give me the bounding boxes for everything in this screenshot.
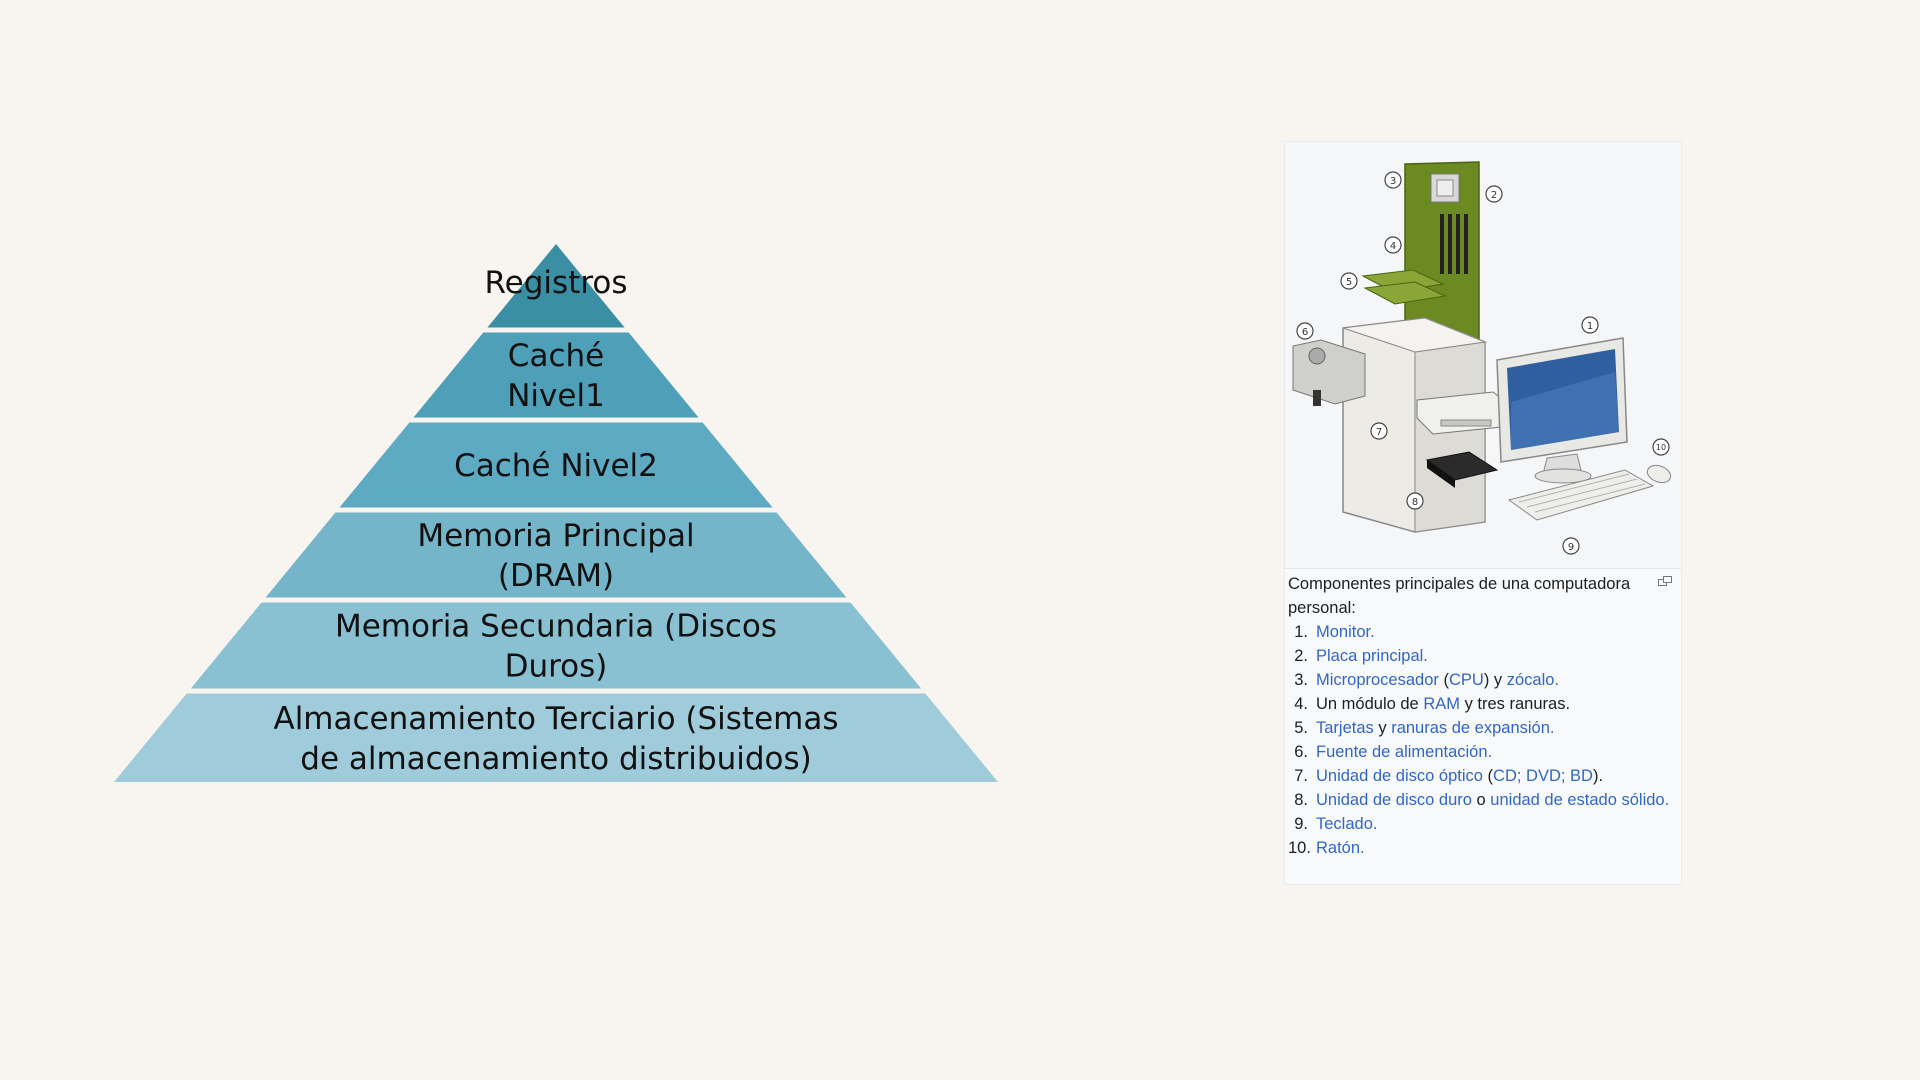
computer-components-illustration: 3 2 4 5 6 1 7 10 8 9	[1292, 161, 1672, 555]
caption-text: ).	[1592, 767, 1604, 785]
pyramid-tier-4-label: Memoria Principal	[417, 518, 694, 554]
wiki-link[interactable]: Microprocesador	[1316, 671, 1439, 689]
wiki-link[interactable]: Unidad de disco óptico	[1316, 767, 1483, 785]
callout-6: 6	[1296, 322, 1314, 340]
caption-intro: Componentes principales de una computado…	[1288, 575, 1631, 617]
pyramid-tier-5-label: Duros)	[505, 649, 608, 685]
caption-text: (	[1438, 671, 1449, 689]
svg-text:4: 4	[1390, 241, 1396, 252]
computer-components-image[interactable]: 3 2 4 5 6 1 7 10 8 9	[1285, 142, 1681, 569]
svg-text:1: 1	[1587, 321, 1593, 332]
wiki-link[interactable]: Placa principal.	[1316, 647, 1428, 665]
caption-text: Un módulo de	[1316, 695, 1424, 713]
memory-hierarchy-pyramid: Registros Caché Nivel1 Caché Nivel2 Memoria …	[114, 244, 998, 782]
component-list-item: 2. Placa principal.	[1288, 644, 1676, 668]
pyramid-tier-2-label: Caché	[508, 338, 604, 374]
wiki-link[interactable]: Monitor.	[1316, 623, 1375, 641]
wiki-link[interactable]: ranuras de expansión.	[1391, 719, 1554, 737]
component-list-item: 10. Ratón.	[1288, 836, 1676, 860]
list-item-number: 3.	[1294, 671, 1308, 689]
list-item-number: 1.	[1294, 623, 1308, 641]
callout-10: 10	[1652, 438, 1670, 456]
svg-text:7: 7	[1376, 427, 1382, 438]
component-list-item: 1. Monitor.	[1288, 620, 1676, 644]
component-list-item: 4. Un módulo de RAM y tres ranuras.	[1288, 692, 1676, 716]
list-item-number: 7.	[1294, 767, 1308, 785]
callout-1: 1	[1581, 316, 1599, 334]
component-list-item: 5. Tarjetas y ranuras de expansión.	[1288, 716, 1676, 740]
callout-5: 5	[1340, 272, 1358, 290]
callout-7: 7	[1370, 422, 1388, 440]
caption-text: y tres ranuras.	[1460, 695, 1571, 713]
callout-3: 3	[1384, 171, 1402, 189]
svg-text:6: 6	[1302, 327, 1308, 338]
caption-text: ) y	[1483, 671, 1507, 689]
callout-2: 2	[1485, 185, 1503, 203]
pyramid-tier-6-label: de almacenamiento distribuidos)	[300, 741, 811, 777]
wiki-link[interactable]: Ratón.	[1316, 839, 1365, 857]
callout-9: 9	[1562, 537, 1580, 555]
list-item-number: 8.	[1294, 791, 1308, 809]
caption-text: y	[1373, 719, 1392, 737]
wiki-link[interactable]: Fuente de alimentación.	[1316, 743, 1492, 761]
callout-8: 8	[1406, 492, 1424, 510]
component-list-item: 9. Teclado.	[1288, 812, 1676, 836]
pyramid-tier-1-label: Registros	[485, 265, 628, 301]
pyramid-tier-5-label: Memoria Secundaria (Discos	[335, 609, 777, 645]
list-item-number: 2.	[1294, 647, 1308, 665]
pyramid-tier-2-label: Nivel1	[507, 378, 605, 414]
wiki-link[interactable]: CD; DVD; BD	[1493, 767, 1593, 785]
list-item-number: 9.	[1294, 815, 1308, 833]
wiki-link[interactable]: CPU	[1449, 671, 1484, 689]
wiki-link[interactable]: Teclado.	[1316, 815, 1377, 833]
list-item-number: 6.	[1294, 743, 1308, 761]
pyramid-tier-6-label: Almacenamiento Terciario (Sistemas	[273, 701, 838, 737]
wiki-link[interactable]: Tarjetas	[1316, 719, 1374, 737]
caption-text: (	[1482, 767, 1494, 785]
wiki-link[interactable]: zócalo.	[1507, 671, 1559, 689]
caption-text: o	[1471, 791, 1491, 809]
svg-text:5: 5	[1346, 277, 1352, 288]
wiki-link[interactable]: unidad de estado sólido.	[1490, 791, 1669, 809]
component-list-item: 8. Unidad de disco duro o unidad de estad…	[1288, 788, 1676, 812]
pyramid-tier-4-label: (DRAM)	[498, 558, 614, 594]
list-item-number: 10.	[1288, 839, 1311, 857]
component-list-item: 7. Unidad de disco óptico (CD; DVD; BD).	[1288, 764, 1676, 788]
component-list-item: 6. Fuente de alimentación.	[1288, 740, 1676, 764]
svg-text:10: 10	[1656, 443, 1666, 452]
component-list-item: 3. Microprocesador (CPU) y zócalo.	[1288, 668, 1676, 692]
pyramid-tier-3-label: Caché Nivel2	[454, 448, 658, 484]
pyramid-tiers: Registros Caché Nivel1 Caché Nivel2 Memoria …	[114, 244, 998, 782]
svg-text:9: 9	[1568, 542, 1574, 553]
component-list: 1. Monitor. 2. Placa principal. 3. Microproce…	[1288, 620, 1676, 860]
infobox: 3 2 4 5 6 1 7 10 8 9 Componentes princip…	[1284, 141, 1682, 885]
enlarge-icon[interactable]	[1658, 576, 1672, 586]
callout-4: 4	[1384, 236, 1402, 254]
svg-text:3: 3	[1390, 176, 1396, 187]
wiki-link[interactable]: Unidad de disco duro	[1316, 791, 1472, 809]
wiki-link[interactable]: RAM	[1423, 695, 1460, 713]
svg-text:8: 8	[1412, 497, 1418, 508]
list-item-number: 4.	[1294, 695, 1308, 713]
svg-text:2: 2	[1491, 190, 1497, 201]
list-item-number: 5.	[1294, 719, 1308, 737]
image-caption: Componentes principales de una computado…	[1288, 572, 1676, 860]
